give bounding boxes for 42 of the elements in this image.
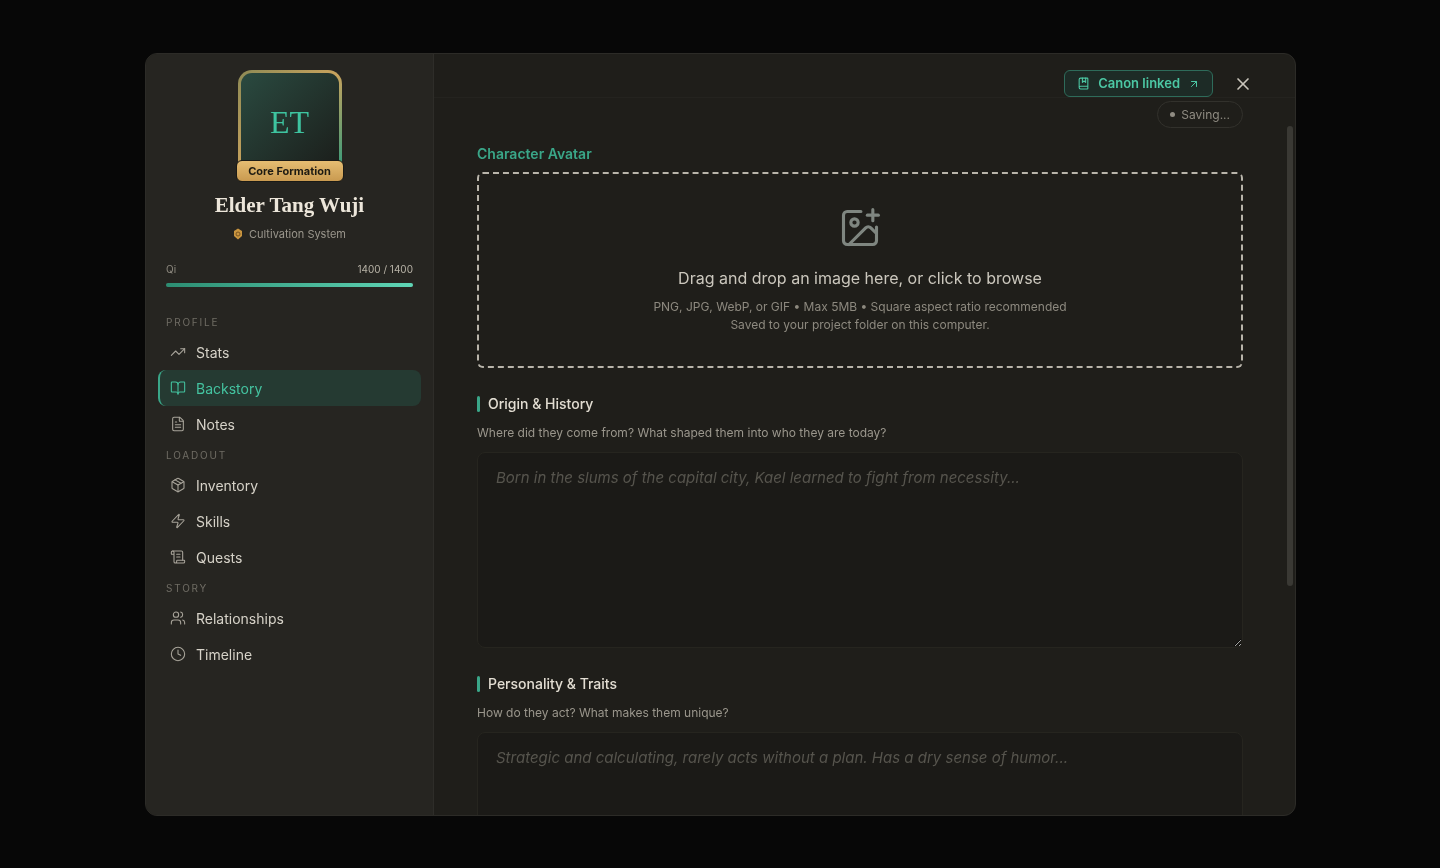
nav-item[interactable]: Skills <box>158 503 421 539</box>
field-label: Personality & Traits <box>488 674 618 694</box>
resource-reading: 1400 / 1400 <box>357 262 413 277</box>
nav-item[interactable]: Relationships <box>158 600 421 636</box>
text-area[interactable]: Strategic and calculating, rarely acts without a plan. Has a dry sense of humor... <box>477 732 1243 815</box>
emblem-icon <box>233 227 243 240</box>
image-drop-zone[interactable]: Drag and drop an image here, or click to browse PNG, JPG, WebP, or GIF • Max 5MB • Square aspect ratio recommended Saved to your project folder on this computer. <box>477 172 1243 368</box>
nav-item[interactable]: Backstory <box>158 370 421 406</box>
system-label: Cultivation System <box>249 225 346 242</box>
nav-item[interactable]: Quests <box>158 539 421 575</box>
book-icon <box>1077 77 1091 90</box>
character-name: Elder Tang Wuji <box>214 192 365 219</box>
section-heading: Character Avatar <box>477 144 593 164</box>
nav-item[interactable]: Notes <box>158 406 421 442</box>
accent-bar <box>477 395 480 412</box>
nav-item[interactable]: Inventory <box>158 467 421 503</box>
save-status: Saving... <box>1157 101 1243 128</box>
text-area[interactable]: Born in the slums of the capital city, Kael learned to fight from necessity... <box>477 452 1243 648</box>
accent-bar <box>477 675 480 692</box>
field-help: How do they act? What makes them unique? <box>477 704 730 722</box>
clock-icon <box>170 646 186 662</box>
nav-section-heading: STORY <box>165 581 210 596</box>
scrollbar-thumb[interactable] <box>1287 126 1293 586</box>
nav-section-heading: LOADOUT <box>165 448 228 463</box>
resource-label: Qi <box>166 262 177 277</box>
cube-icon <box>170 477 186 493</box>
scroll-icon <box>170 549 186 565</box>
drop-prompt: Drag and drop an image here, or click to browse <box>678 267 1042 290</box>
people-icon <box>170 610 186 626</box>
rank-badge: Core Formation <box>235 159 344 182</box>
file-hint: PNG, JPG, WebP, or GIF • Max 5MB • Square aspect ratio recommended <box>653 298 1067 316</box>
nav-item[interactable]: Stats <box>158 334 421 370</box>
nav-item[interactable]: Timeline <box>158 636 421 672</box>
document-icon <box>170 416 186 432</box>
field-help: Where did they come from? What shaped them into who they are today? <box>477 424 888 442</box>
avatar-initials: ET <box>269 103 310 142</box>
storage-note: Saved to your project folder on this computer. <box>730 316 990 334</box>
nav-section-heading: PROFILE <box>165 315 221 330</box>
lightning-icon <box>170 513 186 529</box>
book-icon <box>170 380 186 396</box>
canon-linked-button[interactable]: Canon linked <box>1064 70 1213 97</box>
field-label: Origin & History <box>488 394 594 414</box>
